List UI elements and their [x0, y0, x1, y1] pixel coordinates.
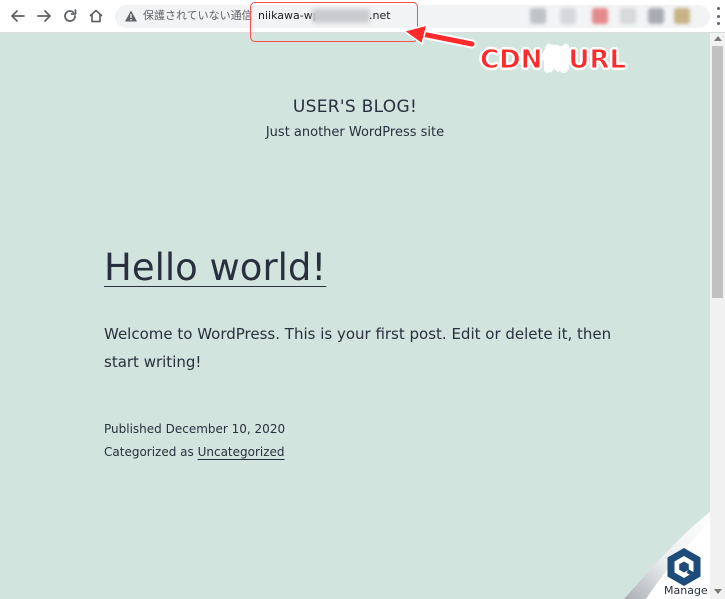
three-dots-vertical-icon[interactable] — [712, 7, 724, 25]
reload-icon — [64, 9, 77, 22]
published-date: December 10, 2020 — [165, 422, 286, 436]
back-button[interactable] — [8, 6, 28, 26]
scroll-down-arrow-icon[interactable] — [714, 589, 722, 594]
forward-button[interactable] — [34, 6, 54, 26]
post-title-link[interactable]: Hello world! — [104, 246, 326, 289]
reload-button[interactable] — [60, 6, 80, 26]
site-title[interactable]: USER'S BLOG! — [0, 97, 710, 117]
home-icon — [89, 9, 103, 23]
home-button[interactable] — [86, 6, 106, 26]
extension-icon[interactable] — [620, 8, 636, 24]
annotation-label: CDN側URL — [479, 45, 627, 76]
post-meta: Published December 10, 2020 Categorized … — [104, 418, 285, 464]
scroll-up-arrow-icon[interactable] — [714, 36, 722, 41]
post-body: Welcome to WordPress. This is your first… — [104, 325, 612, 371]
profile-icon[interactable] — [674, 8, 690, 24]
category-line: Categorized as Uncategorized — [104, 441, 285, 464]
manage-label[interactable]: Manage — [664, 584, 708, 597]
categorized-prefix: Categorized as — [104, 445, 194, 459]
extension-icon[interactable] — [530, 8, 546, 24]
arrow-right-icon — [37, 10, 51, 22]
annotation-arrow — [403, 24, 477, 49]
extension-icon[interactable] — [592, 8, 608, 24]
extension-icon[interactable] — [648, 8, 664, 24]
security-status-text[interactable]: 保護されていない通信 — [143, 9, 253, 23]
published-prefix: Published — [104, 422, 162, 436]
scrollbar-thumb[interactable] — [712, 46, 723, 298]
extension-icon[interactable] — [560, 8, 576, 24]
published-line: Published December 10, 2020 — [104, 418, 285, 441]
url-highlight-box — [250, 2, 418, 42]
warning-triangle-icon[interactable] — [124, 9, 138, 23]
arrow-left-icon — [11, 10, 25, 22]
category-link[interactable]: Uncategorized — [198, 445, 285, 459]
site-description: Just another WordPress site — [265, 125, 445, 140]
